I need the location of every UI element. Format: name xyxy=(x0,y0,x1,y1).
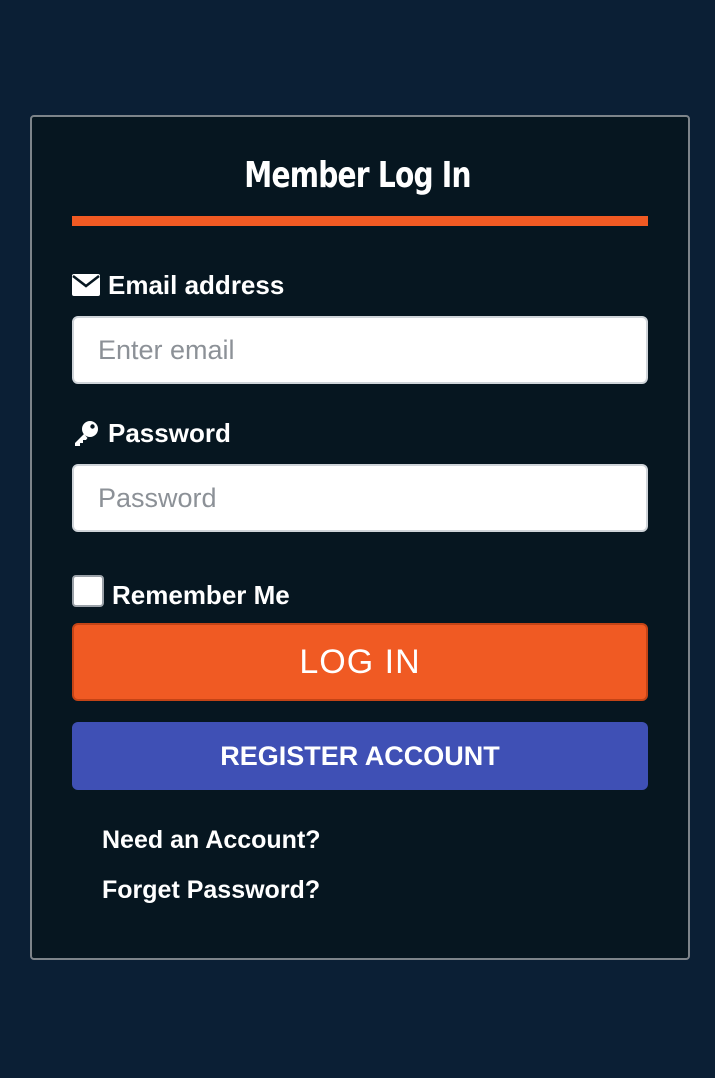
page-title: Member Log In xyxy=(244,155,471,196)
key-icon xyxy=(72,419,100,447)
forget-password-link[interactable]: Forget Password? xyxy=(102,876,320,905)
email-label: Email address xyxy=(108,269,285,300)
email-label-row: Email address xyxy=(72,268,284,302)
remember-me-row: Remember Me xyxy=(72,570,290,611)
remember-me-checkbox[interactable] xyxy=(72,574,104,607)
need-account-link[interactable]: Need an Account? xyxy=(102,826,321,855)
title-underline xyxy=(72,216,648,226)
remember-me-label[interactable]: Remember Me xyxy=(112,580,290,611)
password-input[interactable] xyxy=(72,464,648,532)
login-button[interactable]: LOG IN xyxy=(72,623,648,701)
register-account-button[interactable]: REGISTER ACCOUNT xyxy=(72,722,648,790)
envelope-icon xyxy=(72,271,100,299)
password-label: Password xyxy=(108,417,231,448)
password-label-row: Password xyxy=(72,416,231,450)
email-input[interactable] xyxy=(72,316,648,384)
